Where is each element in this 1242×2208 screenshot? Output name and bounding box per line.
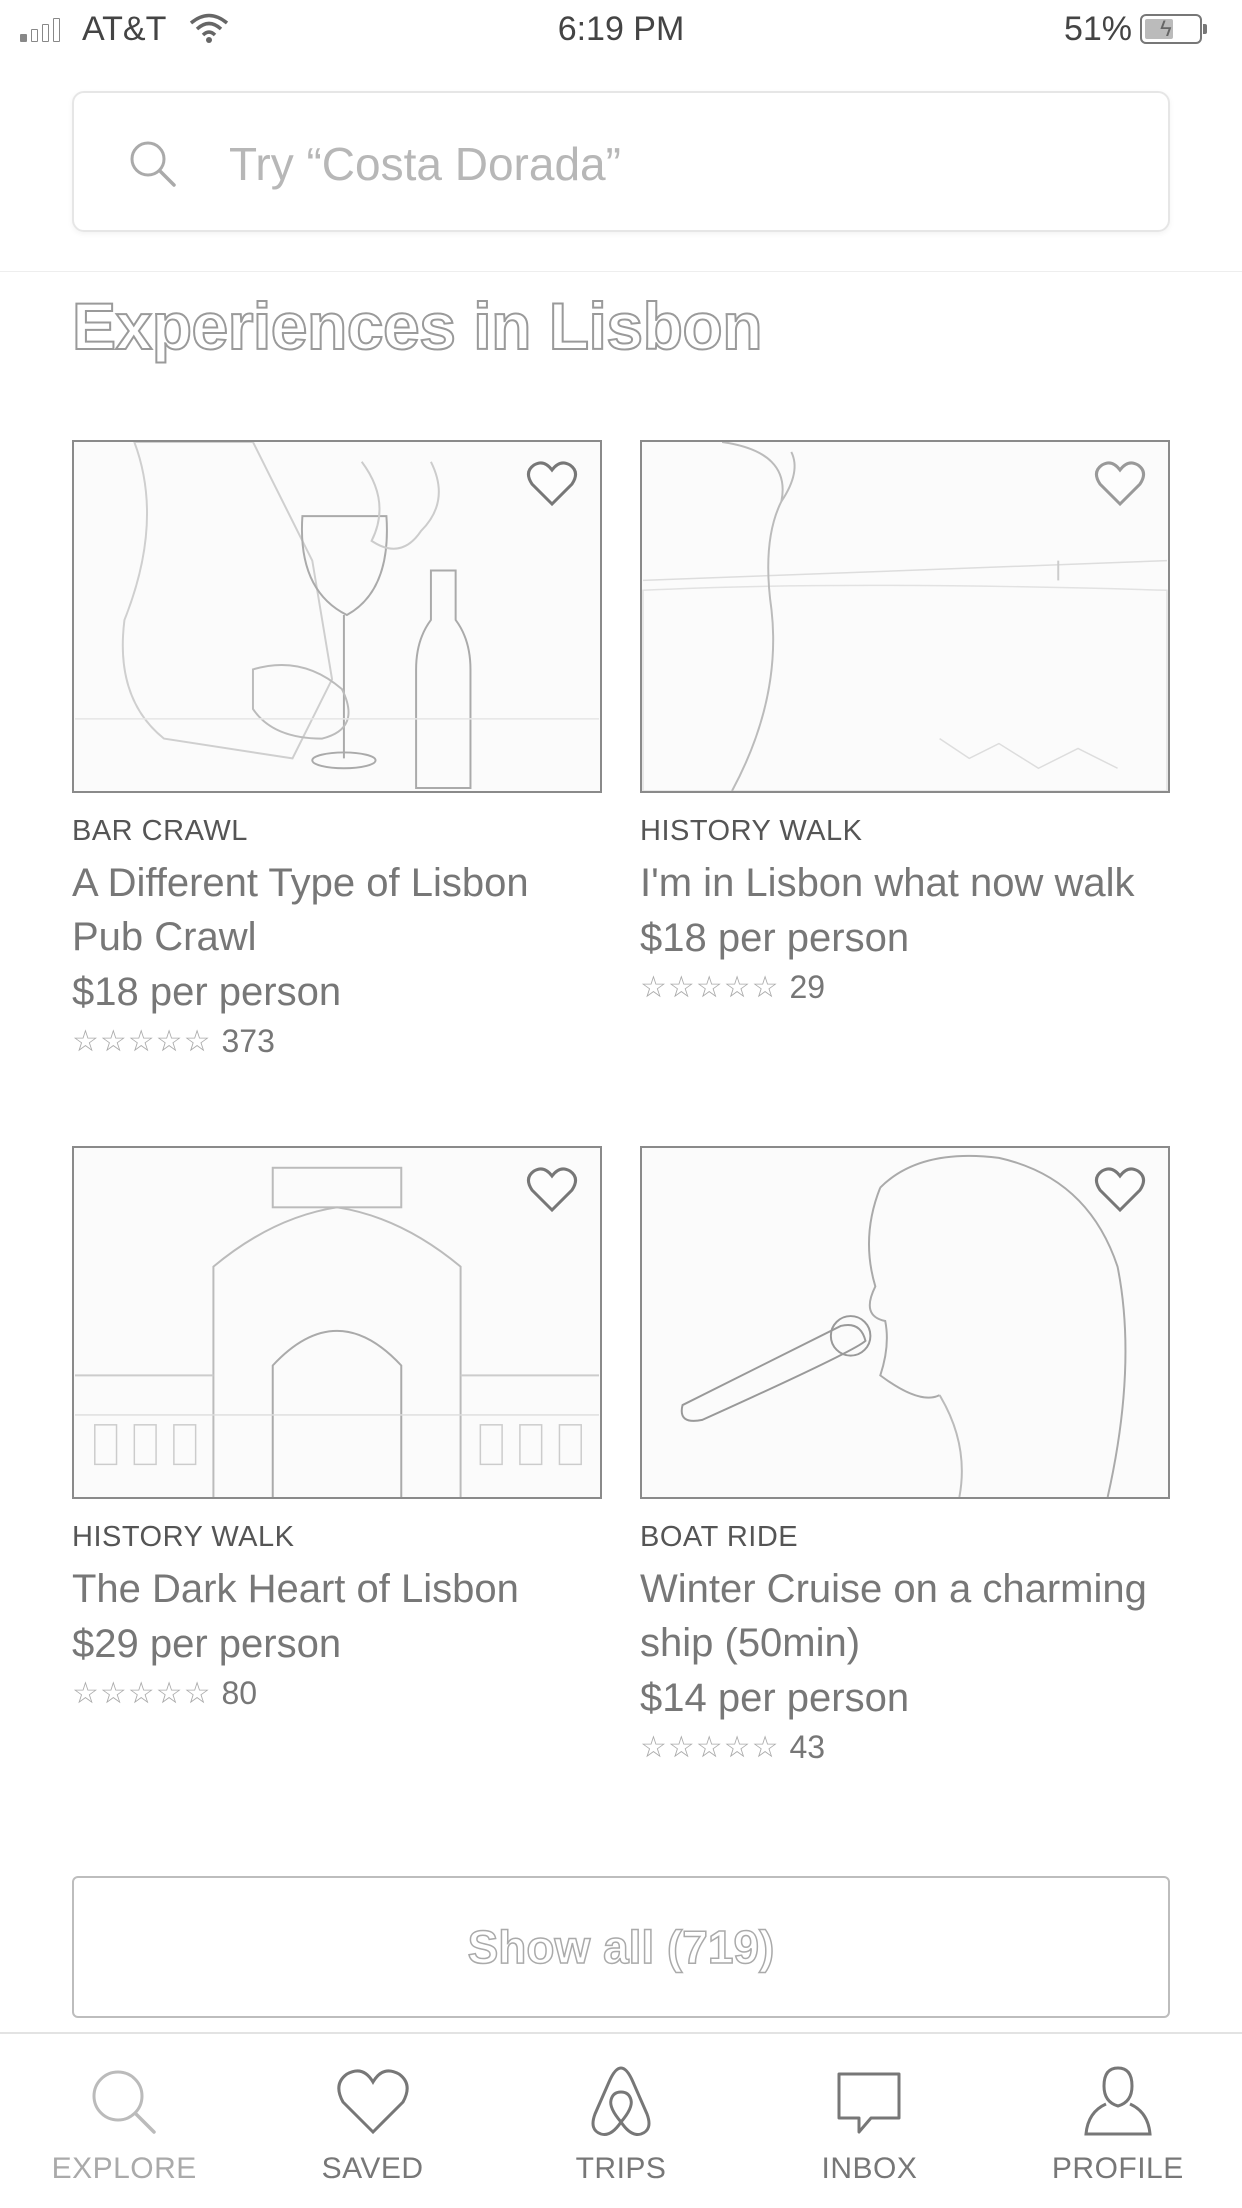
experience-rating: ☆☆☆☆☆ 80 — [72, 1675, 602, 1712]
review-count: 43 — [789, 1729, 826, 1765]
star-rating-icons: ☆☆☆☆☆ — [72, 1025, 212, 1058]
search-icon — [130, 141, 176, 187]
star-rating-icons: ☆☆☆☆☆ — [72, 1677, 212, 1710]
photo-arch-building-illustration — [75, 1166, 599, 1497]
save-heart-icon[interactable] — [1094, 460, 1146, 508]
experience-price: $29 per person — [72, 1622, 342, 1666]
experience-card[interactable]: HISTORY WALK I'm in Lisbon what now walk… — [640, 440, 1170, 1006]
experience-title[interactable]: Winter Cruise on a charming ship (50min) — [640, 1562, 1170, 1670]
experience-price: $18 per person — [640, 916, 910, 960]
experience-card[interactable]: HISTORY WALK The Dark Heart of Lisbon $2… — [72, 1146, 602, 1712]
search-icon — [92, 2070, 156, 2134]
heart-icon — [336, 2069, 409, 2135]
tab-trips[interactable]: TRIPS — [497, 2034, 745, 2208]
experience-price: $18 per person — [72, 970, 342, 1014]
experience-category: HISTORY WALK — [640, 815, 863, 847]
save-heart-icon[interactable] — [526, 1166, 578, 1214]
search-header: Try “Costa Dorada” — [0, 60, 1242, 272]
tab-explore[interactable]: EXPLORE — [0, 2034, 248, 2208]
experience-title[interactable]: A Different Type of Lisbon Pub Crawl — [72, 856, 602, 964]
chat-bubble-icon — [837, 2072, 901, 2134]
save-heart-icon[interactable] — [526, 460, 578, 508]
experience-category: BOAT RIDE — [640, 1521, 799, 1553]
status-bar: AT&T 6:19 PM 51% ϟ — [0, 0, 1242, 60]
photo-wine-glass-illustration — [75, 442, 599, 790]
experience-title[interactable]: I'm in Lisbon what now walk — [640, 856, 1170, 910]
clock: 6:19 PM — [557, 10, 685, 48]
tab-label: PROFILE — [1051, 2152, 1184, 2185]
tab-label: SAVED — [321, 2152, 424, 2185]
tab-profile[interactable]: PROFILE — [994, 2034, 1242, 2208]
battery-charging-icon: ϟ — [1140, 14, 1207, 44]
photo-city-view-illustration — [642, 442, 1168, 791]
experience-photo[interactable] — [72, 440, 602, 793]
experience-photo[interactable] — [72, 1146, 602, 1499]
show-all-button[interactable]: Show all (719) — [72, 1876, 1170, 2018]
bottom-tab-bar: EXPLORE SAVED TRIPS INBOX PROFILE — [0, 2032, 1242, 2208]
search-placeholder: Try “Costa Dorada” — [229, 138, 621, 190]
tab-label: INBOX — [821, 2152, 918, 2185]
person-icon — [1084, 2066, 1152, 2136]
search-input[interactable]: Try “Costa Dorada” — [72, 91, 1170, 232]
save-heart-icon[interactable] — [1094, 1166, 1146, 1214]
tab-label: EXPLORE — [51, 2152, 197, 2185]
experience-photo[interactable] — [640, 440, 1170, 793]
review-count: 373 — [221, 1023, 275, 1059]
review-count: 80 — [221, 1675, 258, 1711]
experience-title[interactable]: The Dark Heart of Lisbon — [72, 1562, 602, 1616]
tab-inbox[interactable]: INBOX — [745, 2034, 993, 2208]
experience-category: HISTORY WALK — [72, 1521, 295, 1553]
experience-rating: ☆☆☆☆☆ 29 — [640, 969, 1170, 1006]
tab-label: TRIPS — [575, 2152, 667, 2185]
experience-card[interactable]: BAR CRAWL A Different Type of Lisbon Pub… — [72, 440, 602, 1060]
experience-photo[interactable] — [640, 1146, 1170, 1499]
tab-saved[interactable]: SAVED — [248, 2034, 496, 2208]
experience-rating: ☆☆☆☆☆ 373 — [72, 1023, 602, 1060]
show-all-label: Show all (719) — [467, 1920, 775, 1974]
experience-price: $14 per person — [640, 1676, 910, 1720]
airbnb-logo-icon — [591, 2066, 651, 2136]
star-rating-icons: ☆☆☆☆☆ — [640, 1731, 780, 1764]
star-rating-icons: ☆☆☆☆☆ — [640, 971, 780, 1004]
page-title: Experiences in Lisbon — [71, 288, 764, 364]
experience-rating: ☆☆☆☆☆ 43 — [640, 1729, 1170, 1766]
experience-card[interactable]: BOAT RIDE Winter Cruise on a charming sh… — [640, 1146, 1170, 1766]
photo-singer-microphone-illustration — [680, 1154, 1127, 1497]
battery-percentage: 51% — [1063, 10, 1132, 48]
review-count: 29 — [789, 969, 826, 1005]
experience-category: BAR CRAWL — [72, 815, 248, 847]
